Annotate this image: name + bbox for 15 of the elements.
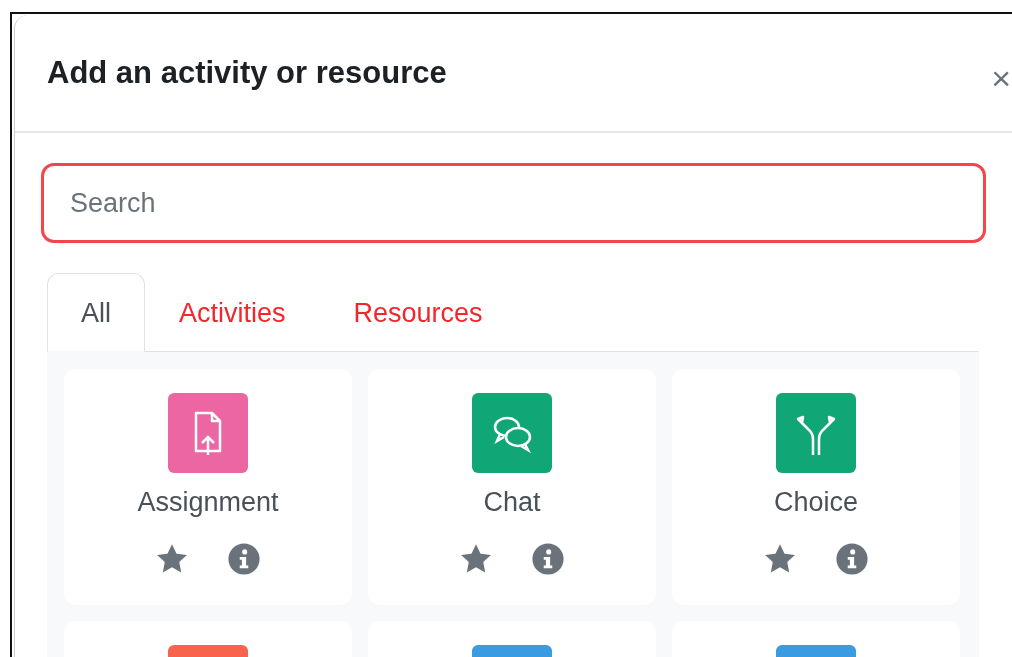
info-icon[interactable] <box>835 542 869 576</box>
tab[interactable]: Resources <box>319 273 517 352</box>
search-field[interactable]: Search <box>41 163 986 243</box>
dialog-title: Add an activity or resource <box>47 55 448 91</box>
close-button[interactable]: × <box>987 58 1012 98</box>
tab[interactable]: All <box>47 273 145 352</box>
tab[interactable]: Activities <box>145 273 320 352</box>
info-icon[interactable] <box>227 542 261 576</box>
activity-name: Chat <box>483 487 541 518</box>
info-icon[interactable] <box>531 542 565 576</box>
activity-card[interactable]: Chat <box>368 369 656 605</box>
activity-card[interactable]: Choice <box>672 369 960 605</box>
activity-name: Assignment <box>137 487 279 518</box>
activity-name: Choice <box>773 487 858 518</box>
activity-card[interactable]: Assignment <box>64 369 352 605</box>
